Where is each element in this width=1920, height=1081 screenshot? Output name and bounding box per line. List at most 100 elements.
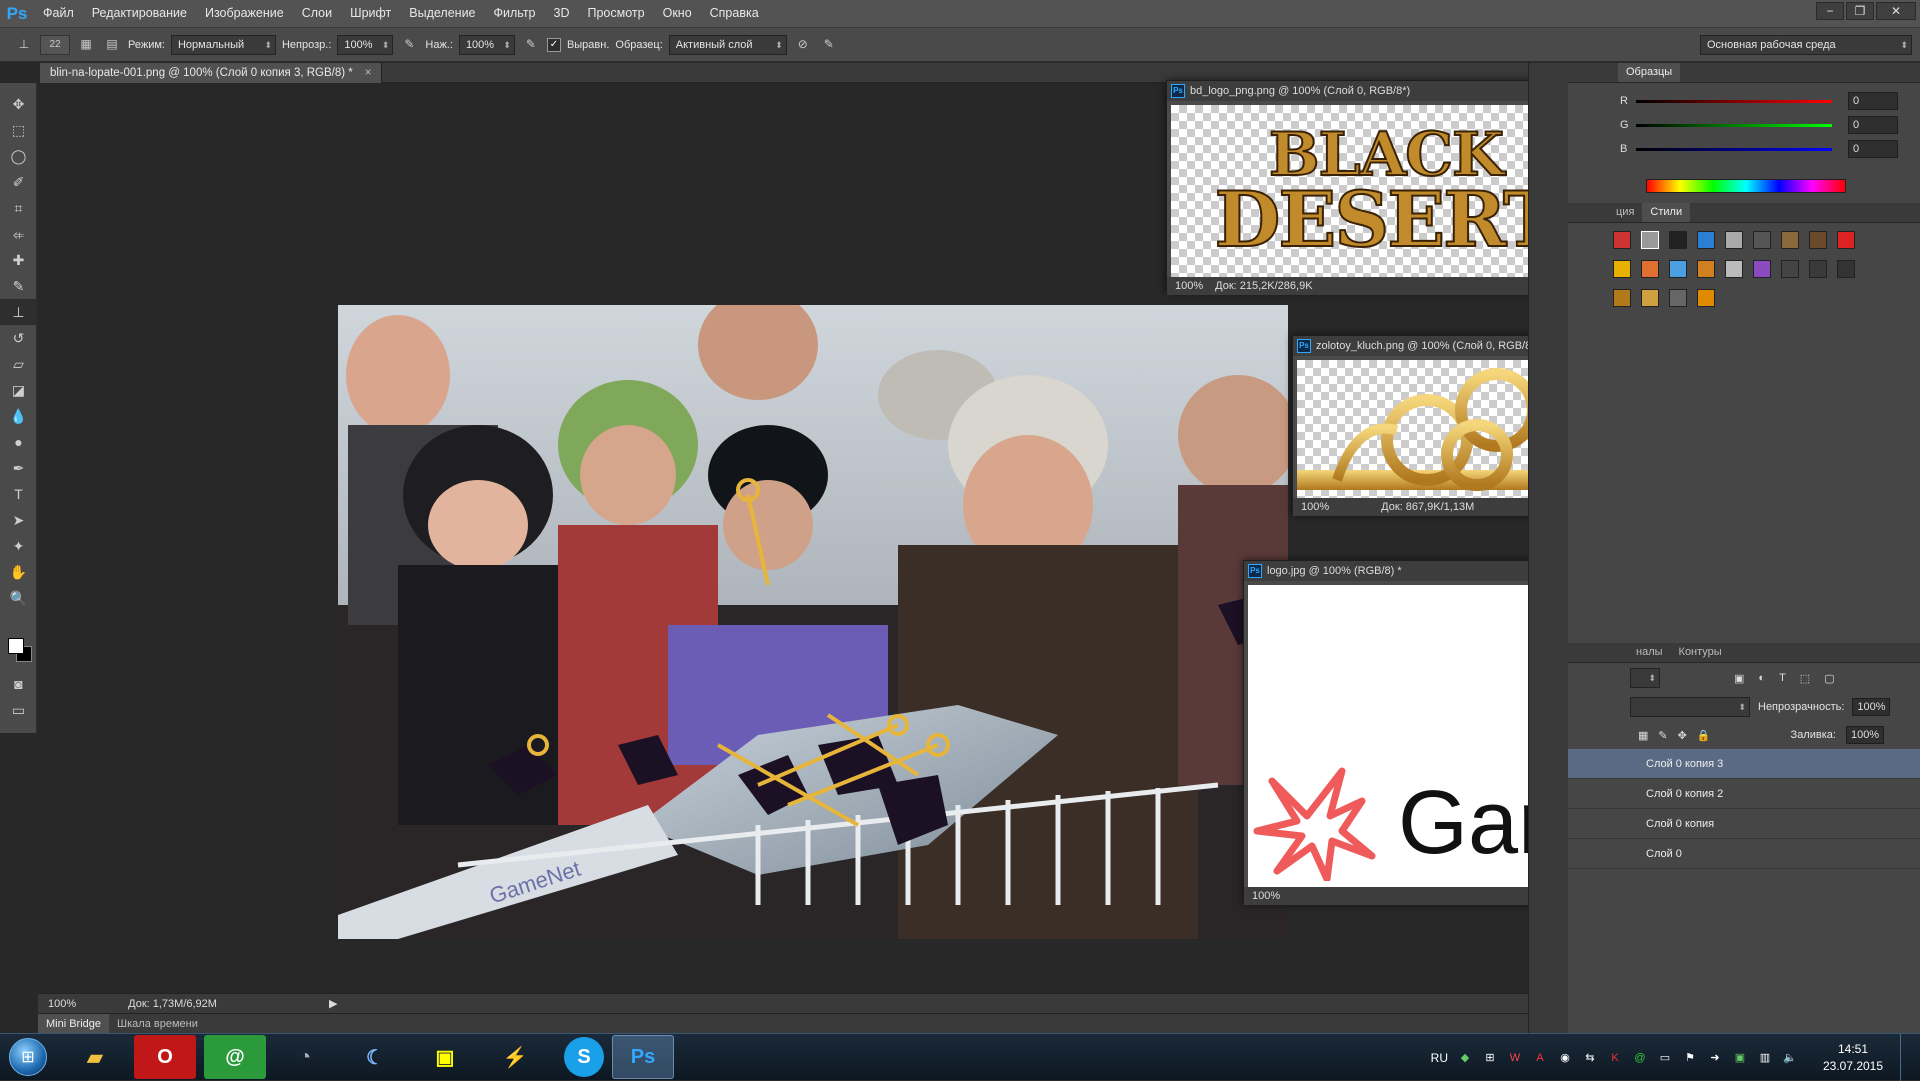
style-swatch[interactable]	[1641, 260, 1659, 278]
menu-item-3[interactable]: Слои	[293, 0, 341, 27]
dodge-tool-icon[interactable]: ●	[0, 429, 37, 455]
layer-opacity-input[interactable]: 100%	[1852, 698, 1891, 716]
style-swatch[interactable]	[1613, 289, 1631, 307]
tray-windows-icon[interactable]: ⊞	[1482, 1050, 1498, 1066]
image-filter-icon[interactable]: ▣	[1734, 672, 1744, 685]
eyedropper-tool-icon[interactable]: ⤂	[0, 221, 37, 247]
aligned-checkbox[interactable]: ✓	[546, 37, 561, 52]
explorer-taskbar-icon[interactable]: ▰	[64, 1035, 126, 1079]
menu-item-5[interactable]: Выделение	[400, 0, 484, 27]
menu-item-2[interactable]: Изображение	[196, 0, 293, 27]
layer-row[interactable]: Слой 0	[1568, 839, 1920, 869]
history-brush-tool-icon[interactable]: ↺	[0, 325, 37, 351]
style-swatch[interactable]	[1809, 260, 1827, 278]
show-desktop-button[interactable]	[1900, 1034, 1910, 1081]
smart-filter-icon[interactable]: ▢	[1824, 672, 1834, 685]
tray-steam-icon[interactable]: ◉	[1557, 1050, 1573, 1066]
ignore-adjustment-icon[interactable]: ⊘	[793, 35, 813, 55]
mode-select[interactable]: Нормальный	[170, 34, 276, 55]
style-swatch[interactable]	[1837, 260, 1855, 278]
style-swatch[interactable]	[1669, 289, 1687, 307]
type-tool-icon[interactable]: T	[0, 481, 37, 507]
hand-tool-icon[interactable]: ✋	[0, 559, 37, 585]
style-swatch[interactable]	[1697, 260, 1715, 278]
eraser-tool-icon[interactable]: ▱	[0, 351, 37, 377]
clone-source-icon[interactable]: ▤	[102, 35, 122, 55]
crop-tool-icon[interactable]: ⌗	[0, 195, 37, 221]
layer-row[interactable]: Слой 0 копия	[1568, 809, 1920, 839]
lock-pixels-icon[interactable]: ▦	[1638, 729, 1648, 742]
minimize-button[interactable]: −	[1816, 2, 1844, 20]
color-spectrum-bar[interactable]	[1646, 179, 1846, 193]
tab-styles[interactable]: Стили	[1642, 203, 1691, 222]
document-tab[interactable]: blin-na-lopate-001.png @ 100% (Слой 0 ко…	[40, 63, 383, 83]
lock-position-icon[interactable]: ✥	[1678, 729, 1687, 742]
clock[interactable]: 14:51 23.07.2015	[1815, 1041, 1891, 1075]
tray-app-icon[interactable]: ◆	[1457, 1050, 1473, 1066]
style-swatch[interactable]	[1725, 260, 1743, 278]
zoom-tool-icon[interactable]: 🔍	[0, 585, 37, 611]
style-swatch[interactable]	[1669, 260, 1687, 278]
layer-kind-filter[interactable]	[1630, 668, 1660, 688]
pen-tool-icon[interactable]: ✒	[0, 455, 37, 481]
tab-swatches[interactable]: Образцы	[1618, 63, 1681, 82]
move-tool-icon[interactable]: ✥	[0, 91, 37, 117]
healing-brush-tool-icon[interactable]: ✚	[0, 247, 37, 273]
path-select-tool-icon[interactable]: ➤	[0, 507, 37, 533]
tab-paths[interactable]: Контуры	[1671, 643, 1730, 662]
blur-tool-icon[interactable]: 💧	[0, 403, 37, 429]
blend-mode-select[interactable]	[1630, 697, 1750, 717]
tab-mini-bridge[interactable]: Mini Bridge	[38, 1013, 110, 1034]
style-swatch[interactable]	[1613, 260, 1631, 278]
menu-item-10[interactable]: Справка	[701, 0, 768, 27]
close-tab-icon[interactable]: ×	[365, 67, 372, 79]
quick-mask-icon[interactable]: ◙	[0, 671, 37, 697]
airbrush-icon[interactable]: ✎	[521, 35, 541, 55]
style-swatch[interactable]	[1753, 231, 1771, 249]
layer-row[interactable]: Слой 0 копия 3	[1568, 749, 1920, 779]
marquee-tool-icon[interactable]: ⬚	[0, 117, 37, 143]
close-button[interactable]: ✕	[1876, 2, 1916, 20]
style-swatch[interactable]	[1837, 231, 1855, 249]
clone-stamp-tool-icon[interactable]: ⊥	[0, 299, 37, 325]
opera-taskbar-icon[interactable]: O	[134, 1035, 196, 1079]
tab-channels[interactable]: налы	[1628, 643, 1671, 662]
restore-button[interactable]: ❐	[1846, 2, 1874, 20]
menu-item-0[interactable]: Файл	[34, 0, 83, 27]
crescent-taskbar-icon[interactable]: ☾	[344, 1035, 406, 1079]
photoshop-taskbar-icon[interactable]: Ps	[612, 1035, 674, 1079]
tray-mail-icon[interactable]: @	[1632, 1050, 1648, 1066]
style-swatch[interactable]	[1697, 289, 1715, 307]
shape-tool-icon[interactable]: ✦	[0, 533, 37, 559]
brush-panel-icon[interactable]: ▦	[76, 35, 96, 55]
tray-adobe-icon[interactable]: A	[1532, 1050, 1548, 1066]
menu-item-4[interactable]: Шрифт	[341, 0, 400, 27]
tray-wtf-icon[interactable]: W	[1507, 1050, 1523, 1066]
tray-flag-icon[interactable]: ⚑	[1682, 1050, 1698, 1066]
doc-zoom-level[interactable]: 100%	[48, 998, 76, 1010]
style-swatch[interactable]	[1613, 231, 1631, 249]
style-swatch[interactable]	[1809, 231, 1827, 249]
menu-item-8[interactable]: Просмотр	[579, 0, 654, 27]
tray-volume-icon[interactable]: 🔈	[1782, 1050, 1798, 1066]
zoom-level[interactable]: 100%	[1175, 280, 1203, 292]
lasso-tool-icon[interactable]: ◯	[0, 143, 37, 169]
opacity-input[interactable]: 100%	[337, 34, 394, 55]
layer-row[interactable]: Слой 0 копия 2	[1568, 779, 1920, 809]
fill-input[interactable]: 100%	[1845, 726, 1884, 744]
style-swatch[interactable]	[1781, 231, 1799, 249]
sample-select[interactable]: Активный слой	[668, 34, 787, 55]
style-swatch[interactable]	[1781, 260, 1799, 278]
adjust-filter-icon[interactable]: ◐	[1758, 672, 1765, 684]
type-filter-icon[interactable]: T	[1779, 672, 1786, 684]
style-swatch[interactable]	[1669, 231, 1687, 249]
lock-all-icon[interactable]: 🔒	[1697, 729, 1711, 742]
zoom-level[interactable]: 100%	[1252, 890, 1280, 902]
style-swatch[interactable]	[1753, 260, 1771, 278]
style-swatch[interactable]	[1725, 231, 1743, 249]
shape-filter-icon[interactable]: ⬚	[1800, 672, 1810, 685]
clone-stamp-icon[interactable]: ⊥	[14, 35, 34, 55]
start-button[interactable]: ⊞	[0, 1034, 56, 1081]
pressure-opacity-icon[interactable]: ✎	[399, 35, 419, 55]
slider-r[interactable]: R 0	[1568, 89, 1920, 113]
